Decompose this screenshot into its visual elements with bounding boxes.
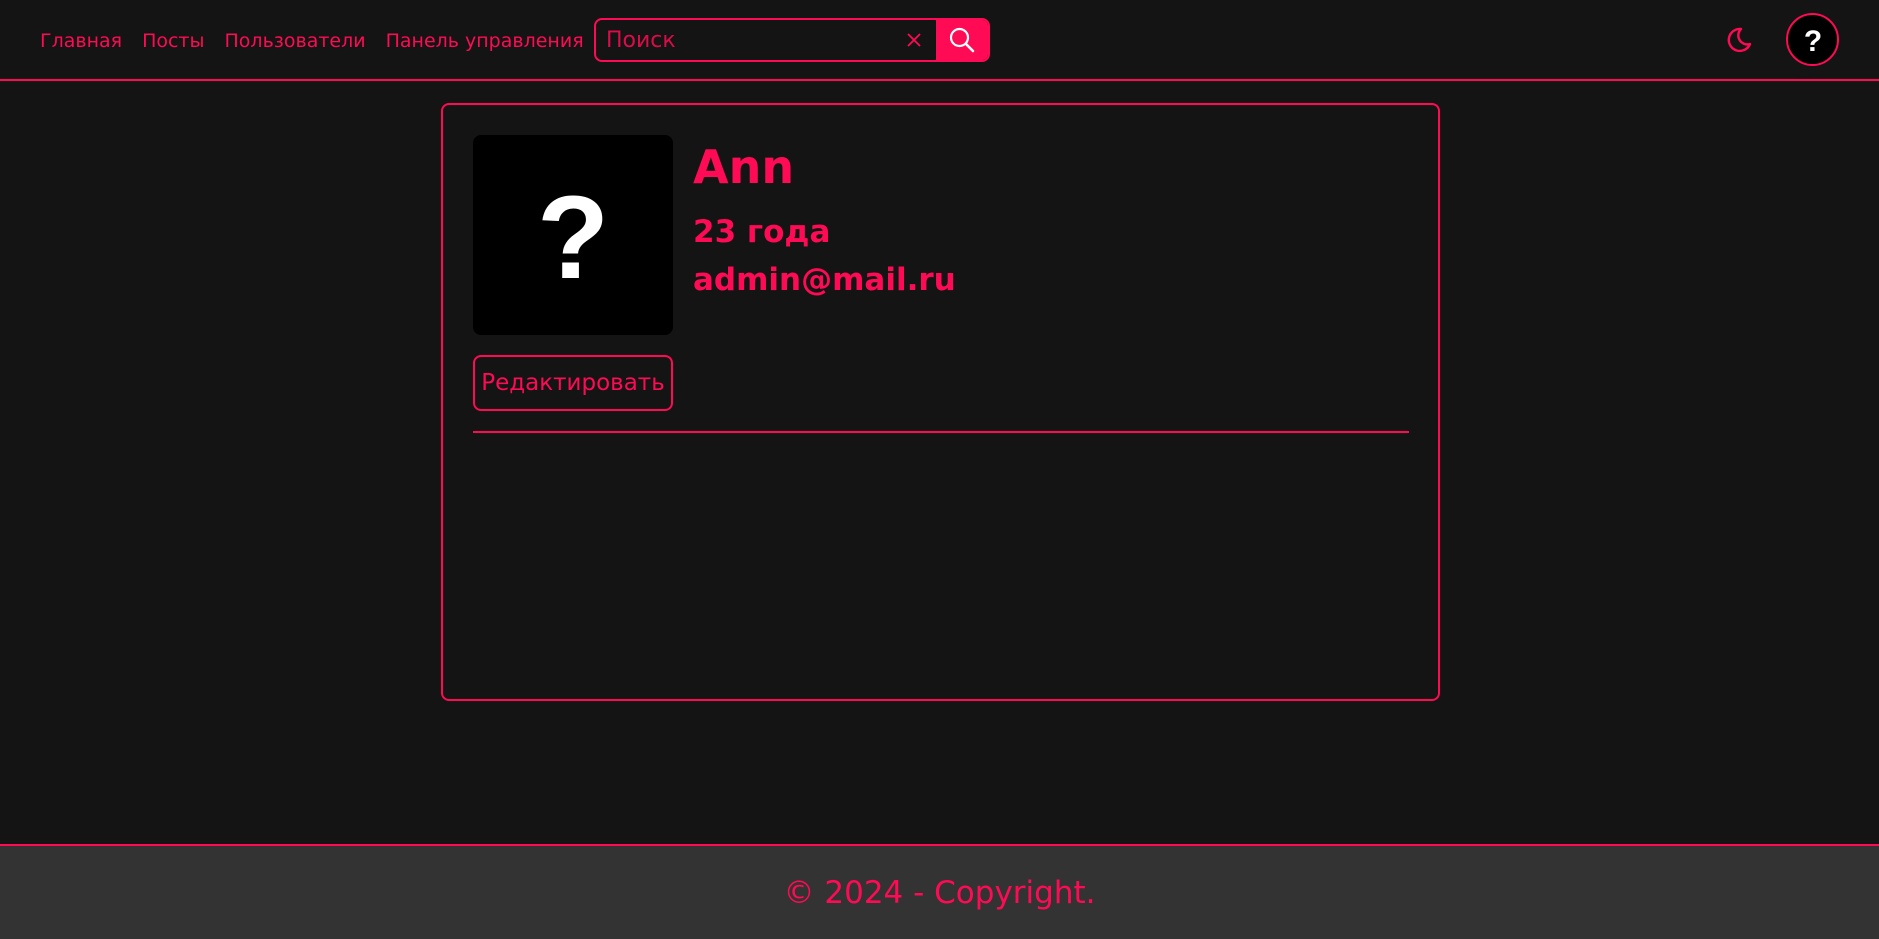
copyright-text: © 2024 - Copyright. bbox=[783, 874, 1096, 911]
moon-icon bbox=[1727, 27, 1752, 53]
close-icon bbox=[907, 33, 921, 47]
profile-email: admin@mail.ru bbox=[693, 262, 956, 298]
divider bbox=[473, 431, 1409, 433]
help-button[interactable]: ? bbox=[1786, 13, 1839, 66]
main-nav: Главная Посты Пользователи Панель управл… bbox=[40, 28, 584, 54]
avatar: ? bbox=[473, 135, 673, 335]
footer: © 2024 - Copyright. bbox=[0, 844, 1879, 939]
nav-link-users[interactable]: Пользователи bbox=[225, 28, 366, 54]
question-mark-icon: ? bbox=[1803, 25, 1821, 57]
theme-toggle-button[interactable] bbox=[1724, 25, 1754, 55]
nav-link-dashboard[interactable]: Панель управления bbox=[386, 28, 584, 54]
avatar-placeholder-icon: ? bbox=[537, 180, 609, 290]
nav-link-home[interactable]: Главная bbox=[40, 28, 122, 54]
svg-text:?: ? bbox=[1803, 25, 1821, 57]
search-submit-button[interactable] bbox=[936, 20, 988, 60]
clear-search-button[interactable] bbox=[892, 20, 936, 60]
profile-name: Ann bbox=[693, 140, 795, 194]
search-icon bbox=[949, 27, 975, 53]
profile-card: ? Ann 23 года admin@mail.ru Редактироват… bbox=[441, 103, 1440, 701]
search-input[interactable] bbox=[596, 20, 892, 60]
top-navbar: Главная Посты Пользователи Панель управл… bbox=[0, 0, 1879, 81]
search-bar bbox=[594, 18, 990, 62]
svg-text:?: ? bbox=[537, 180, 609, 290]
nav-link-posts[interactable]: Посты bbox=[142, 28, 204, 54]
profile-age: 23 года bbox=[693, 214, 831, 250]
edit-profile-button[interactable]: Редактировать bbox=[473, 355, 673, 411]
